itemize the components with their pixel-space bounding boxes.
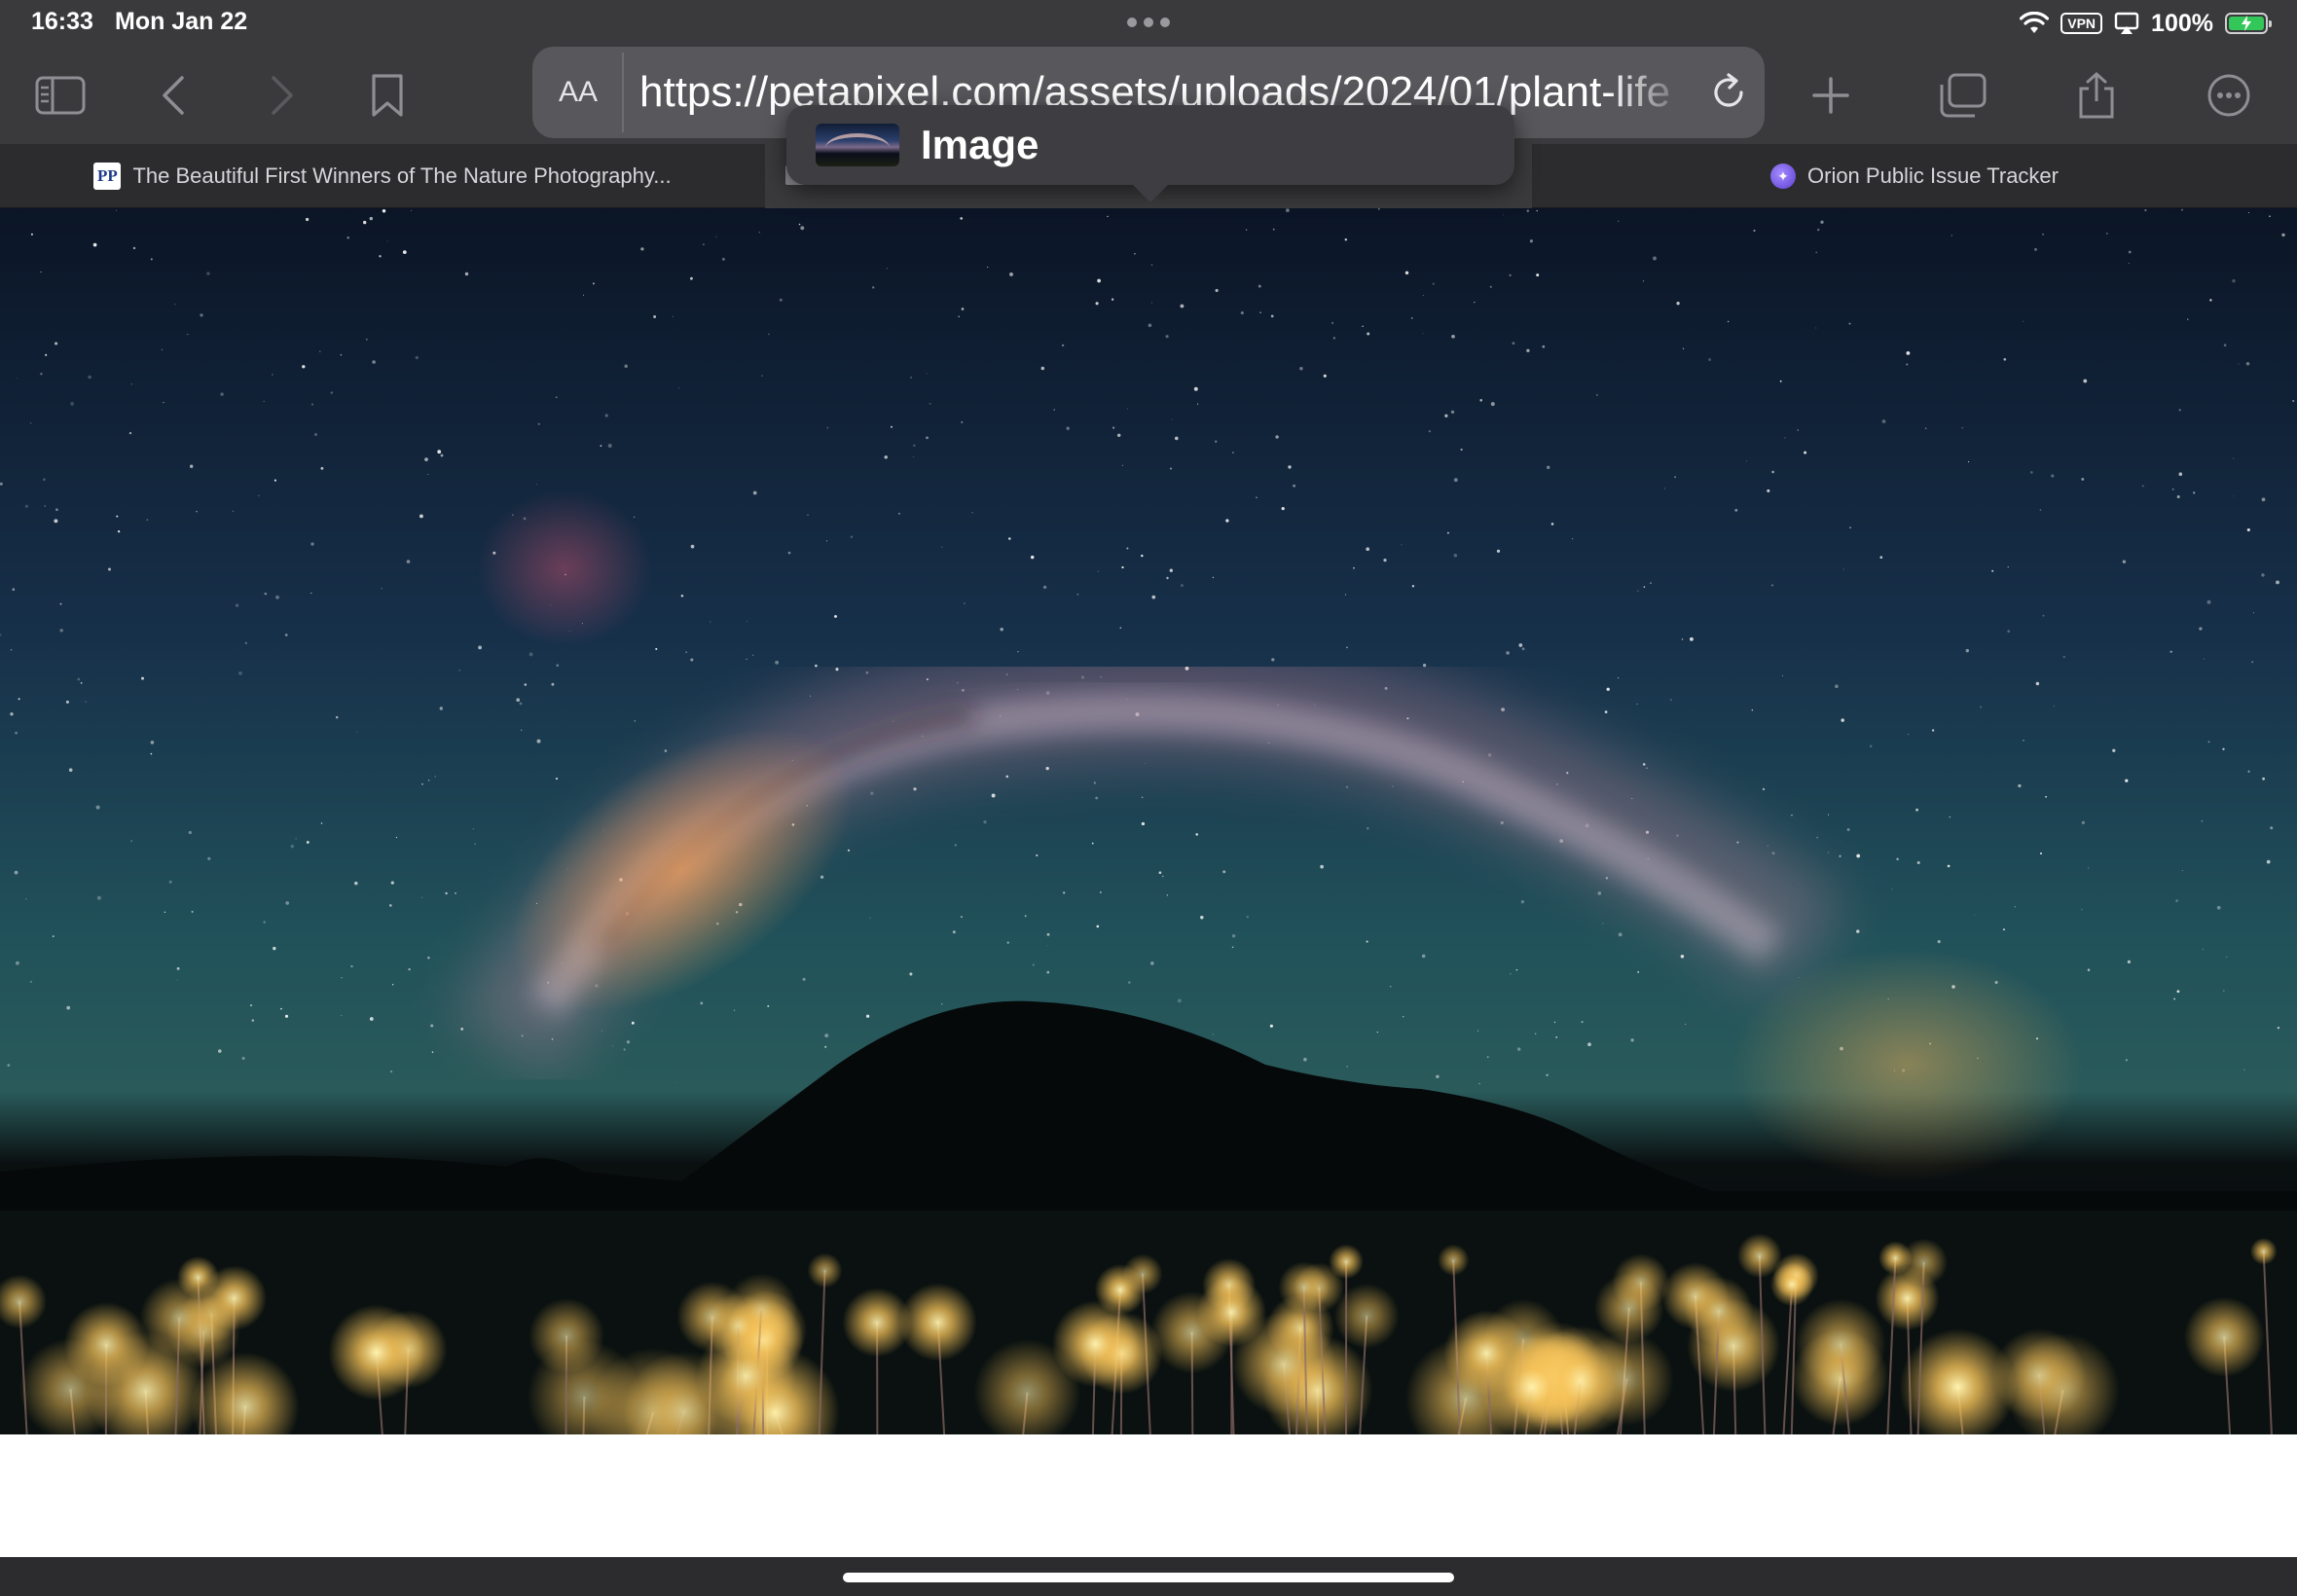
popover-title: Image (921, 122, 1039, 167)
tab-orion-issue-tracker[interactable]: ✦ Orion Public Issue Tracker (1532, 144, 2297, 208)
share-icon[interactable] (2061, 60, 2132, 130)
battery-percent: 100% (2151, 9, 2213, 37)
milky-way-photo-svg (0, 208, 2297, 1434)
address-divider (622, 53, 624, 132)
chevron-left-icon[interactable] (138, 60, 208, 130)
wifi-icon (2020, 12, 2050, 33)
vpn-badge: VPN (2060, 13, 2103, 34)
bookmark-icon[interactable] (352, 60, 422, 130)
reload-icon[interactable] (1706, 70, 1751, 115)
petapixel-favicon: PP (93, 163, 122, 190)
page-content (0, 208, 2297, 1557)
tab-petapixel[interactable]: PP The Beautiful First Winners of The Na… (0, 144, 765, 208)
status-date: Mon Jan 22 (115, 8, 248, 35)
battery-fill (2229, 16, 2264, 31)
sidebar-icon[interactable] (25, 60, 95, 130)
orion-favicon: ✦ (1770, 163, 1796, 189)
airplay-icon (2114, 12, 2139, 34)
ellipsis-circle-icon[interactable] (2194, 60, 2264, 130)
tab-label: Orion Public Issue Tracker (1807, 163, 2059, 188)
multitasking-dots-icon[interactable] (1127, 16, 1170, 29)
home-indicator[interactable] (843, 1573, 1454, 1582)
reader-aa-button[interactable]: AA (532, 47, 624, 138)
tab-preview-popover[interactable]: Image (786, 105, 1514, 202)
tab-label: The Beautiful First Winners of The Natur… (132, 163, 672, 188)
popover-thumbnail (816, 124, 899, 166)
milky-way-photo[interactable] (0, 208, 2297, 1434)
chevron-right-icon[interactable] (247, 60, 317, 130)
tabs-overview-icon[interactable] (1927, 60, 1997, 130)
bottom-bar (0, 1557, 2297, 1596)
status-bar: 16:33 Mon Jan 22 VPN 100% (0, 0, 2297, 47)
zodiacal-glow (1732, 948, 2083, 1181)
status-time: 16:33 (31, 8, 93, 35)
battery-icon (2225, 13, 2272, 34)
reader-aa-label: AA (558, 76, 599, 108)
nebula-glow (477, 490, 652, 646)
status-indicators: VPN 100% (2020, 6, 2272, 41)
plus-icon[interactable] (1796, 60, 1866, 130)
charging-bolt-icon (2242, 16, 2251, 31)
